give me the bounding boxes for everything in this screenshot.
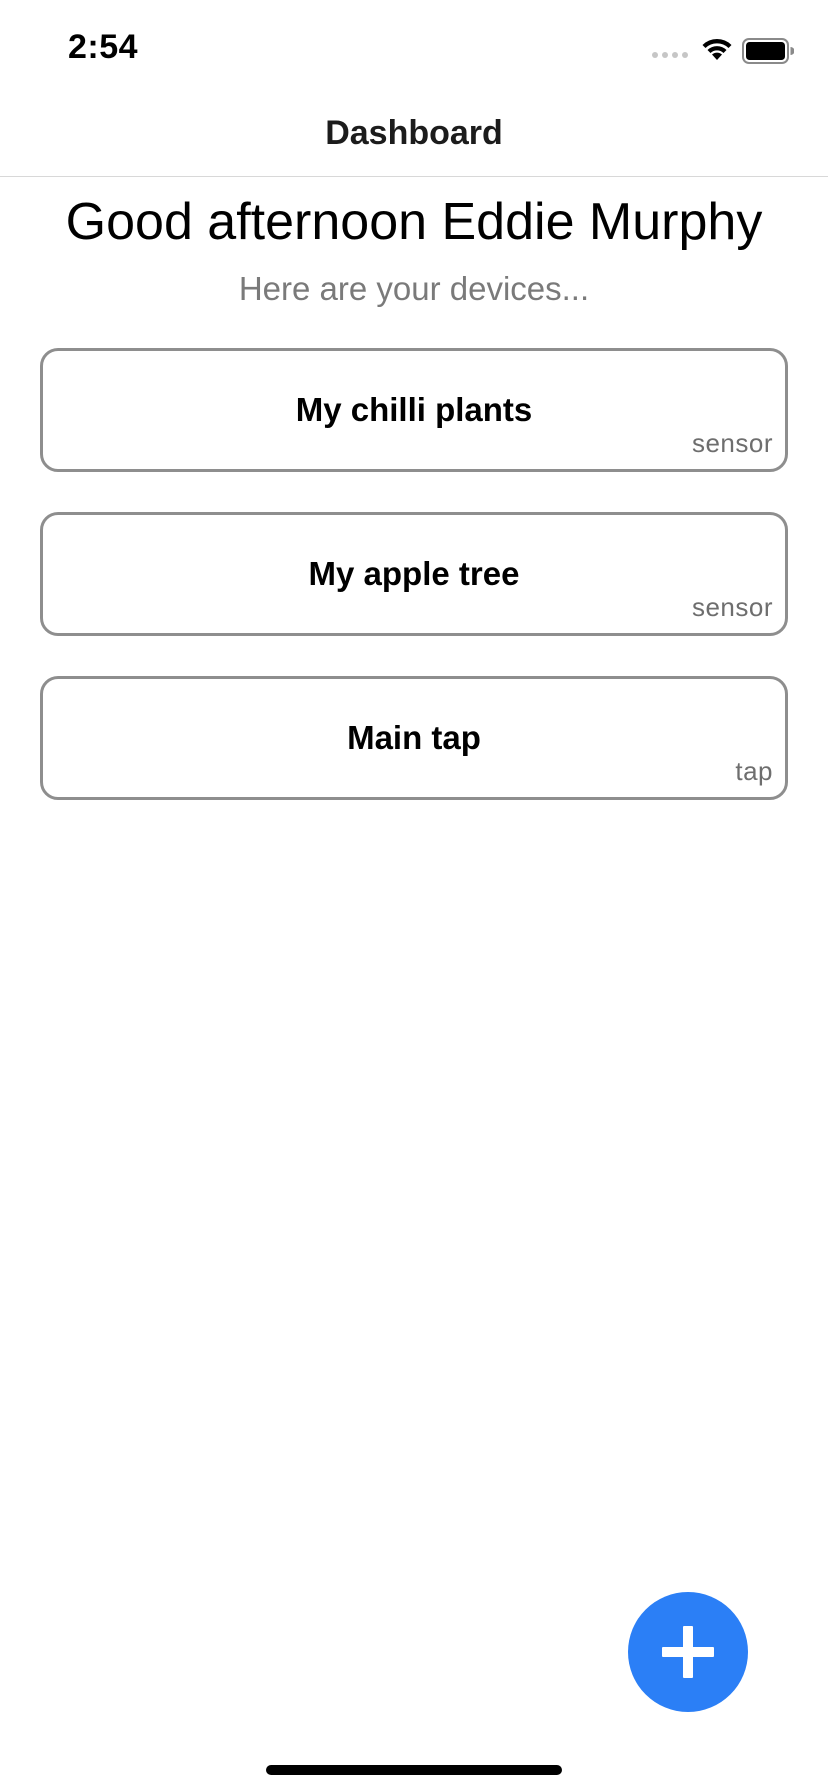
status-time: 2:54 bbox=[68, 28, 139, 66]
device-name: My chilli plants bbox=[295, 391, 533, 428]
nav-title: Dashboard bbox=[325, 114, 503, 152]
device-type: sensor bbox=[691, 592, 773, 622]
wifi-icon bbox=[702, 38, 732, 60]
add-device-button[interactable] bbox=[628, 1592, 748, 1712]
signal-icon bbox=[652, 52, 688, 58]
status-bar: 2:54 bbox=[0, 0, 828, 100]
device-name: My apple tree bbox=[308, 555, 520, 592]
device-name: Main tap bbox=[347, 719, 481, 756]
navigation-bar: Dashboard bbox=[0, 100, 828, 177]
devices-subtitle: Here are your devices... bbox=[238, 270, 590, 307]
home-indicator[interactable] bbox=[266, 1765, 562, 1775]
device-card-main-tap[interactable]: Main tap tap bbox=[40, 676, 788, 800]
device-card-apple-tree[interactable]: My apple tree sensor bbox=[40, 512, 788, 636]
device-list: My chilli plants sensor My apple tree se… bbox=[40, 348, 788, 840]
device-card-chilli-plants[interactable]: My chilli plants sensor bbox=[40, 348, 788, 472]
device-type: sensor bbox=[691, 428, 773, 458]
battery-icon bbox=[742, 38, 794, 64]
plus-icon bbox=[662, 1626, 714, 1678]
greeting-heading: Good afternoon Eddie Murphy bbox=[65, 193, 763, 251]
device-type: tap bbox=[735, 756, 773, 786]
